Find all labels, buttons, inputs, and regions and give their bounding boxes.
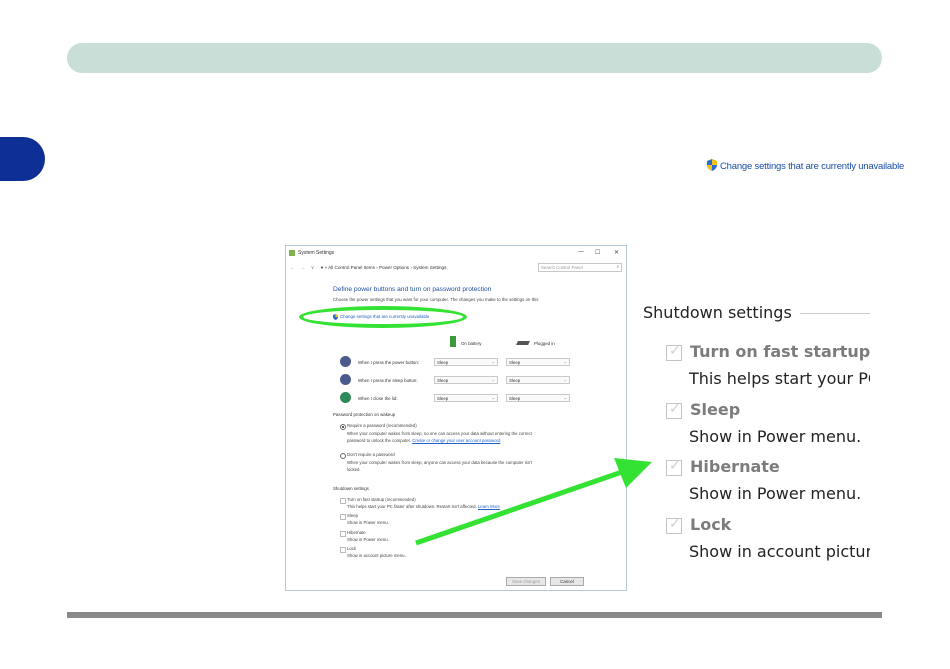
green-arrow bbox=[415, 458, 652, 546]
footer-rule bbox=[67, 612, 882, 618]
arrow-shaft bbox=[415, 469, 623, 546]
